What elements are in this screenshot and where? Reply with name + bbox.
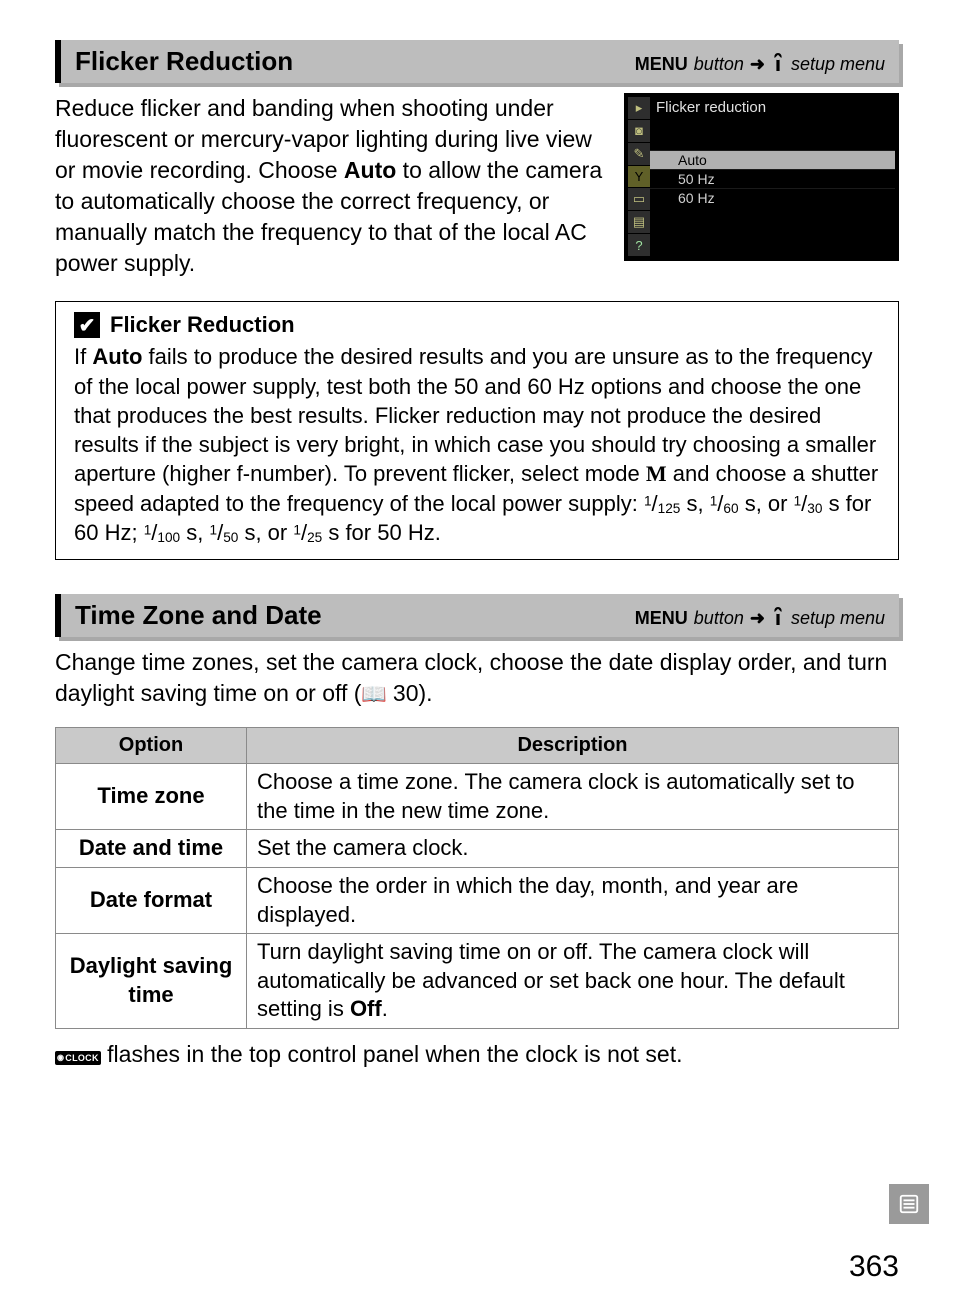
table-row: Daylight saving time Turn daylight savin…: [56, 934, 899, 1029]
button-word: button: [694, 54, 744, 75]
description-cell: Choose a time zone. The camera clock is …: [247, 764, 899, 830]
section-title: Flicker Reduction: [75, 46, 293, 77]
mode-m-icon: M: [646, 461, 667, 486]
wrench-icon: [771, 53, 785, 76]
option-cell: Time zone: [56, 764, 247, 830]
menu-label: MENU: [635, 54, 688, 75]
description-cell: Choose the order in which the day, month…: [247, 867, 899, 933]
camera-menu-item: Auto: [650, 150, 895, 169]
camera-menu-title: Flicker reduction: [650, 97, 895, 120]
table-row: Date and time Set the camera clock.: [56, 830, 899, 868]
option-cell: Date and time: [56, 830, 247, 868]
camera-tab-play-icon: ▸: [628, 97, 650, 120]
note-body: If Auto fails to produce the desired res…: [74, 342, 880, 547]
wrench-icon: [771, 607, 785, 630]
camera-tab-help-icon: ?: [628, 234, 650, 257]
description-cell: Turn daylight saving time on or off. The…: [247, 934, 899, 1029]
breadcrumb: MENU button ➜ setup menu: [635, 53, 885, 76]
camera-tab-retouch-icon: ▭: [628, 188, 650, 211]
camera-tab-camera-icon: ◙: [628, 120, 650, 143]
clock-icon: CLOCK: [55, 1051, 101, 1065]
table-header-description: Description: [247, 728, 899, 764]
arrow-right-icon: ➜: [750, 54, 765, 75]
table-header-option: Option: [56, 728, 247, 764]
flicker-intro: Reduce flicker and banding when shooting…: [55, 93, 610, 279]
table-row: Time zone Choose a time zone. The camera…: [56, 764, 899, 830]
check-icon: ✔: [74, 312, 100, 338]
crumb-target: setup menu: [791, 54, 885, 75]
table-row: Date format Choose the order in which th…: [56, 867, 899, 933]
camera-tab-setup-icon: Y: [628, 166, 650, 189]
camera-menu-item: 50 Hz: [650, 169, 895, 188]
camera-menu-item: 60 Hz: [650, 188, 895, 207]
camera-menu-list: Auto 50 Hz 60 Hz: [650, 150, 895, 207]
time-intro: Change time zones, set the camera clock,…: [55, 647, 899, 709]
section-title: Time Zone and Date: [75, 600, 322, 631]
camera-tab-mymenu-icon: ▤: [628, 211, 650, 234]
note-box-flicker: ✔ Flicker Reduction If Auto fails to pro…: [55, 301, 899, 560]
camera-tab-pencil-icon: ✎: [628, 143, 650, 166]
options-table: Option Description Time zone Choose a ti…: [55, 727, 899, 1029]
button-word: button: [694, 608, 744, 629]
book-icon: 📖: [361, 683, 393, 706]
page-number: 363: [849, 1250, 899, 1284]
note-title: ✔ Flicker Reduction: [74, 312, 880, 338]
section-header-flicker: Flicker Reduction MENU button ➜ setup me…: [55, 40, 899, 83]
section-header-time: Time Zone and Date MENU button ➜ setup m…: [55, 594, 899, 637]
clock-flash-note: CLOCK flashes in the top control panel w…: [55, 1039, 899, 1070]
description-cell: Set the camera clock.: [247, 830, 899, 868]
camera-menu-screenshot: ▸ ◙ ✎ Y ▭ ▤ ? Flicker reduction Auto 50 …: [624, 93, 899, 261]
camera-menu-sidebar: ▸ ◙ ✎ Y ▭ ▤ ?: [628, 97, 650, 257]
breadcrumb: MENU button ➜ setup menu: [635, 607, 885, 630]
thumb-index-setup-icon: [889, 1184, 929, 1224]
option-cell: Date format: [56, 867, 247, 933]
menu-label: MENU: [635, 608, 688, 629]
arrow-right-icon: ➜: [750, 608, 765, 629]
crumb-target: setup menu: [791, 608, 885, 629]
option-cell: Daylight saving time: [56, 934, 247, 1029]
shutter-speeds-50hz: 1/100 s, 1/50 s, or 1/25 s for 50 Hz.: [144, 520, 441, 545]
